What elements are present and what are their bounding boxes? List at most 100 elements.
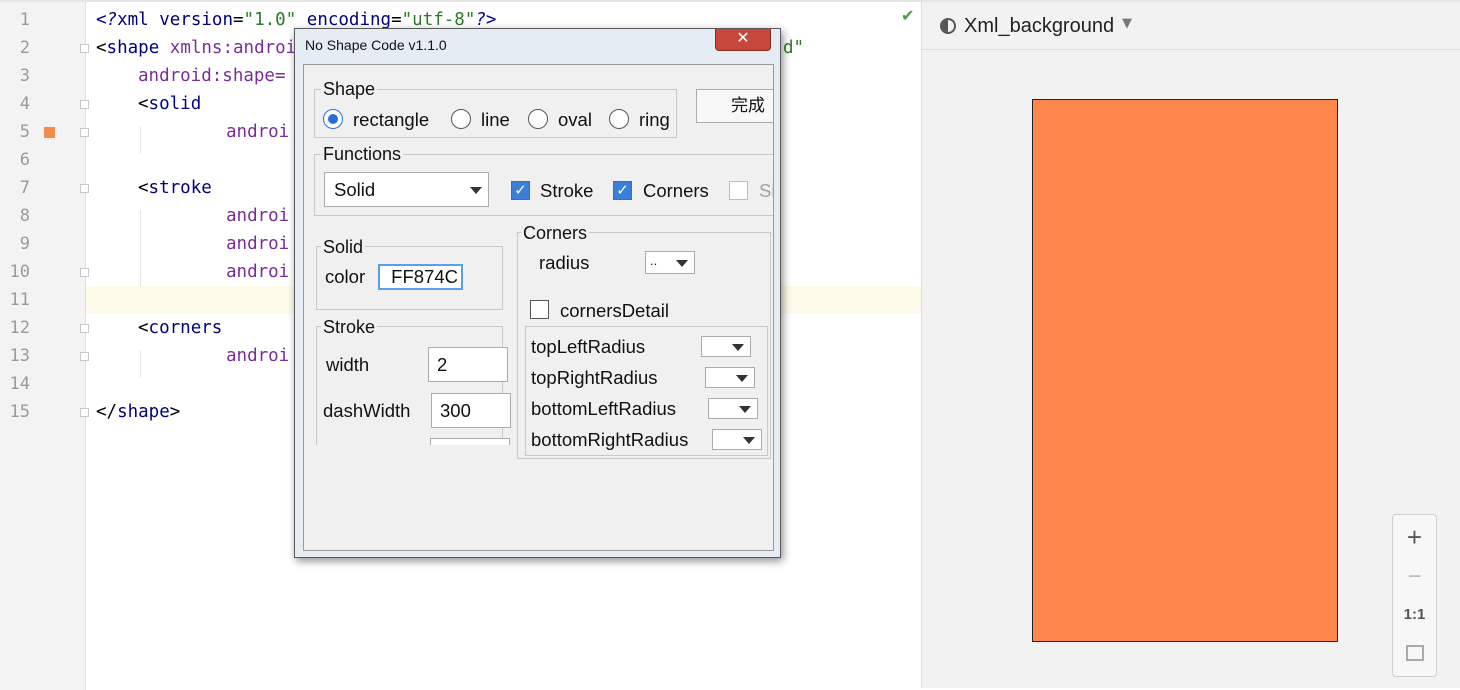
rectangle-label[interactable]: rectangle bbox=[353, 109, 429, 131]
code-text: <stroke bbox=[138, 178, 212, 198]
stroke-group-title: Stroke bbox=[321, 317, 378, 337]
fill-type-select[interactable]: Solid bbox=[324, 172, 489, 207]
dialog-title: No Shape Code v1.1.0 bbox=[305, 37, 447, 53]
code-text: androi bbox=[226, 206, 290, 226]
chevron-down-icon bbox=[732, 343, 744, 351]
bottom-left-radius-select[interactable] bbox=[708, 398, 758, 419]
radio-ring[interactable] bbox=[609, 109, 629, 129]
actual-size-button[interactable]: 1:1 bbox=[1393, 603, 1436, 627]
color-input-value: FF874C bbox=[391, 266, 458, 287]
third-function-checkbox[interactable] bbox=[729, 181, 748, 200]
line-number: 2 bbox=[19, 38, 30, 58]
radius-select[interactable]: .. bbox=[645, 251, 695, 274]
chevron-down-icon bbox=[470, 186, 482, 194]
top-left-radius-label: topLeftRadius bbox=[531, 336, 646, 357]
done-button[interactable]: 完成 bbox=[696, 89, 773, 123]
code-text: </shape> bbox=[96, 402, 181, 422]
functions-group-title: Functions bbox=[321, 144, 404, 164]
fold-icon[interactable] bbox=[80, 352, 89, 361]
corners-detail-label[interactable]: cornersDetail bbox=[560, 300, 669, 322]
line-number: 14 bbox=[9, 374, 30, 394]
stroke-checkbox[interactable]: ✓ bbox=[511, 181, 530, 200]
line-number: 4 bbox=[19, 94, 30, 114]
color-swatch-icon[interactable] bbox=[44, 127, 55, 138]
chevron-down-icon bbox=[743, 436, 755, 444]
zoom-in-button[interactable]: + bbox=[1393, 521, 1436, 553]
corners-checkbox[interactable]: ✓ bbox=[613, 181, 632, 200]
preview-header: Xml_background ▼ bbox=[922, 0, 1460, 50]
code-text: <solid bbox=[138, 94, 202, 114]
check-icon: ✔ bbox=[901, 6, 915, 25]
color-label: color bbox=[325, 266, 366, 287]
top-right-radius-select[interactable] bbox=[705, 367, 755, 388]
line-number: 7 bbox=[19, 178, 30, 198]
bottom-right-radius-select[interactable] bbox=[712, 429, 762, 450]
dashwidth-input-value: 300 bbox=[440, 400, 471, 421]
line-number: 11 bbox=[9, 290, 30, 310]
bottom-right-radius-label: bottomRightRadius bbox=[531, 429, 689, 450]
radio-rectangle[interactable] bbox=[323, 109, 343, 129]
fit-screen-icon[interactable] bbox=[1406, 645, 1424, 661]
line-number: 15 bbox=[9, 402, 30, 422]
line-number: 10 bbox=[9, 262, 30, 282]
top-right-radius-label: topRightRadius bbox=[531, 367, 658, 388]
zoom-controls: + − 1:1 bbox=[1392, 514, 1437, 677]
preview-pane: Xml_background ▼ + − 1:1 bbox=[921, 0, 1460, 688]
chevron-down-icon bbox=[739, 405, 751, 413]
line-number: 6 bbox=[19, 150, 30, 170]
code-text: androi bbox=[226, 346, 290, 366]
chevron-down-icon bbox=[676, 259, 688, 267]
stroke-checkbox-label[interactable]: Stroke bbox=[540, 180, 593, 202]
chevron-down-icon bbox=[736, 374, 748, 382]
color-input[interactable]: FF874C bbox=[378, 264, 463, 290]
radio-oval[interactable] bbox=[528, 109, 548, 129]
line-number: 9 bbox=[19, 234, 30, 254]
code-text: <corners bbox=[138, 318, 223, 338]
width-label: width bbox=[326, 354, 370, 375]
oval-label[interactable]: oval bbox=[558, 109, 592, 131]
shape-group-title: Shape bbox=[321, 79, 378, 99]
width-input[interactable]: 2 bbox=[428, 347, 508, 382]
line-number: 13 bbox=[9, 346, 30, 366]
shape-code-dialog: No Shape Code v1.1.0 ✕ Shape rectangle l… bbox=[294, 28, 781, 558]
code-text: androi bbox=[226, 262, 290, 282]
code-text: android:shape= bbox=[138, 66, 286, 86]
zoom-out-button[interactable]: − bbox=[1393, 561, 1436, 593]
radius-label: radius bbox=[539, 252, 590, 273]
line-number: 3 bbox=[19, 66, 30, 86]
code-text: androi bbox=[226, 234, 290, 254]
line-label[interactable]: line bbox=[481, 109, 510, 131]
line-number: 8 bbox=[19, 206, 30, 226]
dashwidth-label: dashWidth bbox=[323, 400, 411, 421]
fold-icon[interactable] bbox=[80, 100, 89, 109]
corners-group-title: Corners bbox=[521, 223, 590, 243]
fold-icon[interactable] bbox=[80, 324, 89, 333]
fold-icon[interactable] bbox=[80, 184, 89, 193]
line-number: 12 bbox=[9, 318, 30, 338]
top-left-radius-select[interactable] bbox=[701, 336, 751, 357]
width-input-value: 2 bbox=[437, 354, 448, 375]
solid-group-title: Solid bbox=[321, 237, 366, 257]
chevron-down-icon[interactable]: ▼ bbox=[1122, 16, 1132, 31]
fill-type-value: Solid bbox=[334, 179, 376, 200]
bottom-left-radius-label: bottomLeftRadius bbox=[531, 398, 677, 419]
fold-icon[interactable] bbox=[80, 268, 89, 277]
radio-line[interactable] bbox=[451, 109, 471, 129]
fold-icon[interactable] bbox=[80, 408, 89, 417]
preview-title[interactable]: Xml_background bbox=[964, 15, 1114, 38]
code-text: androi bbox=[226, 122, 290, 142]
ring-label[interactable]: ring bbox=[639, 109, 670, 131]
corners-checkbox-label[interactable]: Corners bbox=[643, 180, 709, 202]
close-button[interactable]: ✕ bbox=[715, 29, 771, 51]
radius-value: .. bbox=[650, 253, 658, 268]
fold-icon[interactable] bbox=[80, 128, 89, 137]
third-function-label[interactable]: Si bbox=[759, 180, 773, 202]
code-text-tail: d" bbox=[783, 38, 805, 58]
line-number: 5 bbox=[19, 122, 30, 142]
code-text: <shape xmlns:androi bbox=[96, 38, 297, 58]
theme-icon[interactable] bbox=[940, 18, 956, 34]
corners-detail-checkbox[interactable] bbox=[530, 300, 549, 319]
dialog-body: Shape rectangle line oval ring 完成 Functi… bbox=[303, 64, 774, 551]
fold-icon[interactable] bbox=[80, 44, 89, 53]
dashwidth-input[interactable]: 300 bbox=[431, 393, 511, 428]
